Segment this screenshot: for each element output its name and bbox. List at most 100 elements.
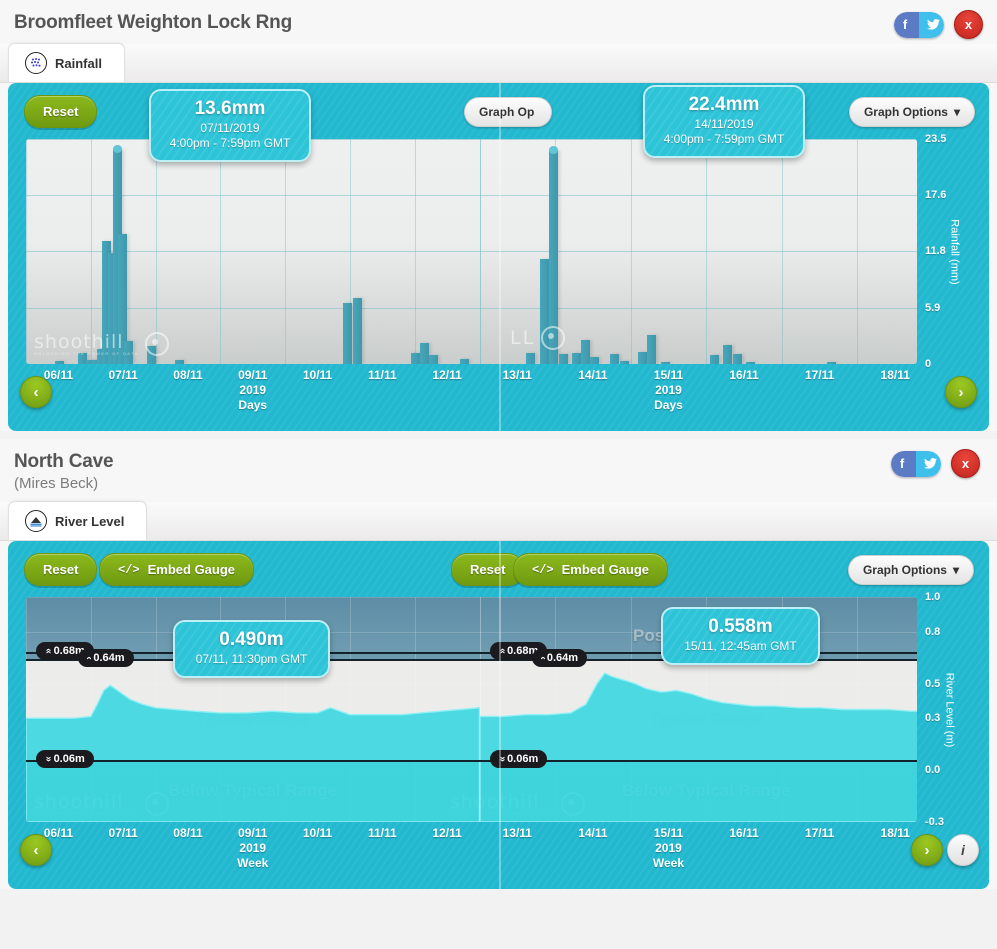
rainfall-bar[interactable] [146, 345, 156, 364]
river-tooltip-right-value: 0.558m [708, 616, 773, 637]
rainfall-x-tick: 12/11 [432, 368, 462, 382]
tab-rainfall-label: Rainfall [55, 55, 102, 71]
river-x-tick: 11/11 [367, 826, 397, 840]
chevron-down-icon-river: ▾ [952, 563, 959, 577]
river-x-tick: 07/11 [108, 826, 138, 840]
river-threshold-badge-low[interactable]: » 0.06m [36, 749, 94, 768]
rainfall-graph-options-button-left[interactable]: Graph Op [464, 97, 552, 127]
rainfall-gridcol [220, 139, 222, 364]
rainfall-gridcol [706, 139, 708, 364]
rainfall-y-tick: 17.6 [925, 189, 947, 202]
tab-river-level[interactable]: River Level [8, 501, 148, 540]
rainfall-share-group: f x [894, 10, 983, 39]
rainfall-bar[interactable] [549, 145, 559, 364]
rainfall-bar[interactable] [526, 353, 536, 364]
rainfall-x-tick: 16/11 [729, 368, 759, 382]
river-y-tick: 0.5 [925, 677, 941, 690]
river-graph-shell: Reset </> Embed Gauge Reset </> Embed Ga… [8, 541, 989, 889]
rainfall-y-tick: 11.8 [925, 245, 946, 258]
river-y-tick: 0.8 [925, 625, 941, 638]
rainfall-bar[interactable] [722, 344, 732, 364]
chevron-down-icon: ▾ [953, 105, 960, 119]
rainfall-x-tick: 17/11 [804, 368, 835, 382]
chevron-icon: « [42, 648, 54, 655]
river-x-tick: 15/11 2019 Week [652, 826, 685, 870]
rainfall-bar[interactable] [124, 341, 134, 364]
tab-rainfall[interactable]: Rainfall [8, 43, 125, 82]
rainfall-bar[interactable] [428, 355, 438, 364]
close-icon[interactable]: x [954, 10, 983, 39]
rainfall-bar[interactable] [343, 302, 353, 364]
river-reset-button-left[interactable]: Reset [24, 553, 98, 586]
rainfall-bar[interactable] [733, 354, 743, 364]
rainfall-gridline [26, 251, 917, 253]
river-prev-button[interactable]: ‹ [20, 834, 52, 866]
rainfall-bar[interactable] [419, 342, 429, 364]
rainfall-y-tick: 5.9 [925, 301, 941, 314]
rainfall-graph-options-label-right: Graph Options [863, 105, 948, 119]
chevron-icon: ‹ [537, 656, 549, 660]
river-y-axis: River Level (m) -0.3 0.0 0.3 0.5 0.8 1.0 [917, 591, 989, 828]
river-x-tick: 09/11 2019 Week [237, 826, 269, 870]
river-page-subtitle: (Mires Beck) [14, 475, 99, 492]
rainfall-tooltip-left[interactable]: 13.6mm 07/11/2019 4:00pm - 7:59pm GMT [149, 89, 311, 162]
river-x-tick: 16/11 [729, 826, 759, 840]
facebook-share-icon-river[interactable]: f [891, 450, 916, 477]
river-threshold-badge-mid[interactable]: ‹ 0.64m [78, 649, 134, 668]
river-x-tick: 12/11 [432, 826, 462, 840]
rainfall-tooltip-left-value: 13.6mm [194, 98, 266, 119]
river-embed-gauge-button-left[interactable]: </> Embed Gauge [99, 553, 255, 586]
rainfall-tooltip-right-time: 4:00pm - 7:59pm GMT [663, 132, 785, 146]
rainfall-prev-button[interactable]: ‹ [20, 376, 52, 408]
rainfall-icon [25, 52, 47, 74]
rainfall-reset-button[interactable]: Reset [24, 95, 98, 128]
rainfall-x-tick: 15/11 2019 Days [653, 368, 684, 412]
rainfall-bar[interactable] [710, 355, 720, 364]
rainfall-tooltip-right[interactable]: 22.4mm 14/11/2019 4:00pm - 7:59pm GMT [643, 85, 805, 158]
rainfall-bar[interactable] [571, 352, 581, 364]
rainfall-plot-area[interactable]: shoothill UNLOCKING THE POWER OF DATA LL [26, 139, 917, 364]
rainfall-next-button[interactable]: › [945, 376, 977, 408]
river-next-button[interactable]: › [911, 834, 943, 866]
rainfall-bar[interactable] [609, 354, 619, 364]
river-y-tick: 0.3 [925, 712, 941, 725]
twitter-share-icon[interactable] [919, 11, 944, 38]
rainfall-bar[interactable] [638, 351, 648, 364]
river-graph-options-label: Graph Options [862, 563, 947, 577]
river-embed-gauge-button-right[interactable]: </> Embed Gauge [513, 553, 669, 586]
code-icon-right: </> [532, 562, 554, 577]
river-threshold-line-low [26, 759, 480, 762]
close-icon-river[interactable]: x [951, 449, 980, 478]
river-threshold-badge-mid[interactable]: ‹ 0.64m [531, 649, 588, 668]
rainfall-bar[interactable] [647, 335, 657, 364]
river-x-tick: 13/11 [502, 826, 532, 840]
river-y-tick: 0.0 [925, 764, 941, 777]
river-x-tick: 14/11 [578, 826, 608, 840]
rainfall-graph-options-button-right[interactable]: Graph Options ▾ [848, 97, 975, 127]
rainfall-y-tick: 23.5 [925, 133, 947, 145]
rainfall-x-axis: 06/11 07/11 08/11 09/11 2019 Days 10/11 11/11 12… [26, 364, 917, 420]
rainfall-tooltip-left-date: 07/11/2019 [200, 121, 260, 135]
rainfall-tabstrip: Rainfall [0, 43, 997, 83]
river-x-axis: 06/11 07/11 08/11 09/11 2019 Week 10/11 11/11 12… [26, 822, 917, 878]
rainfall-bar[interactable] [353, 297, 363, 364]
river-tooltip-left-datetime: 07/11, 11:30pm GMT [195, 652, 308, 666]
rainfall-bar[interactable] [589, 357, 599, 364]
rainfall-station-panel: Broomfleet Weighton Lock Rng f x Rainfal… [0, 0, 997, 431]
tab-river-level-label: River Level [55, 513, 125, 529]
chevron-icon: ‹ [83, 656, 95, 660]
rainfall-x-tick: 11/11 [367, 368, 397, 382]
river-graph-options-button[interactable]: Graph Options ▾ [847, 555, 974, 585]
twitter-share-icon-river[interactable] [916, 450, 941, 477]
rainfall-bar[interactable] [558, 354, 568, 364]
river-info-button[interactable]: i [947, 834, 979, 866]
facebook-share-icon[interactable]: f [894, 11, 919, 38]
river-tooltip-right[interactable]: 0.558m 15/11, 12:45am GMT [661, 607, 820, 665]
rainfall-bar[interactable] [580, 340, 590, 364]
rainfall-bar[interactable] [539, 258, 549, 364]
river-tooltip-left[interactable]: 0.490m 07/11, 11:30pm GMT [173, 620, 330, 678]
rainfall-gridcol [155, 139, 157, 364]
code-icon-left: </> [118, 562, 140, 577]
river-share-pill: f [891, 450, 941, 477]
rainfall-gridcol [630, 139, 632, 364]
